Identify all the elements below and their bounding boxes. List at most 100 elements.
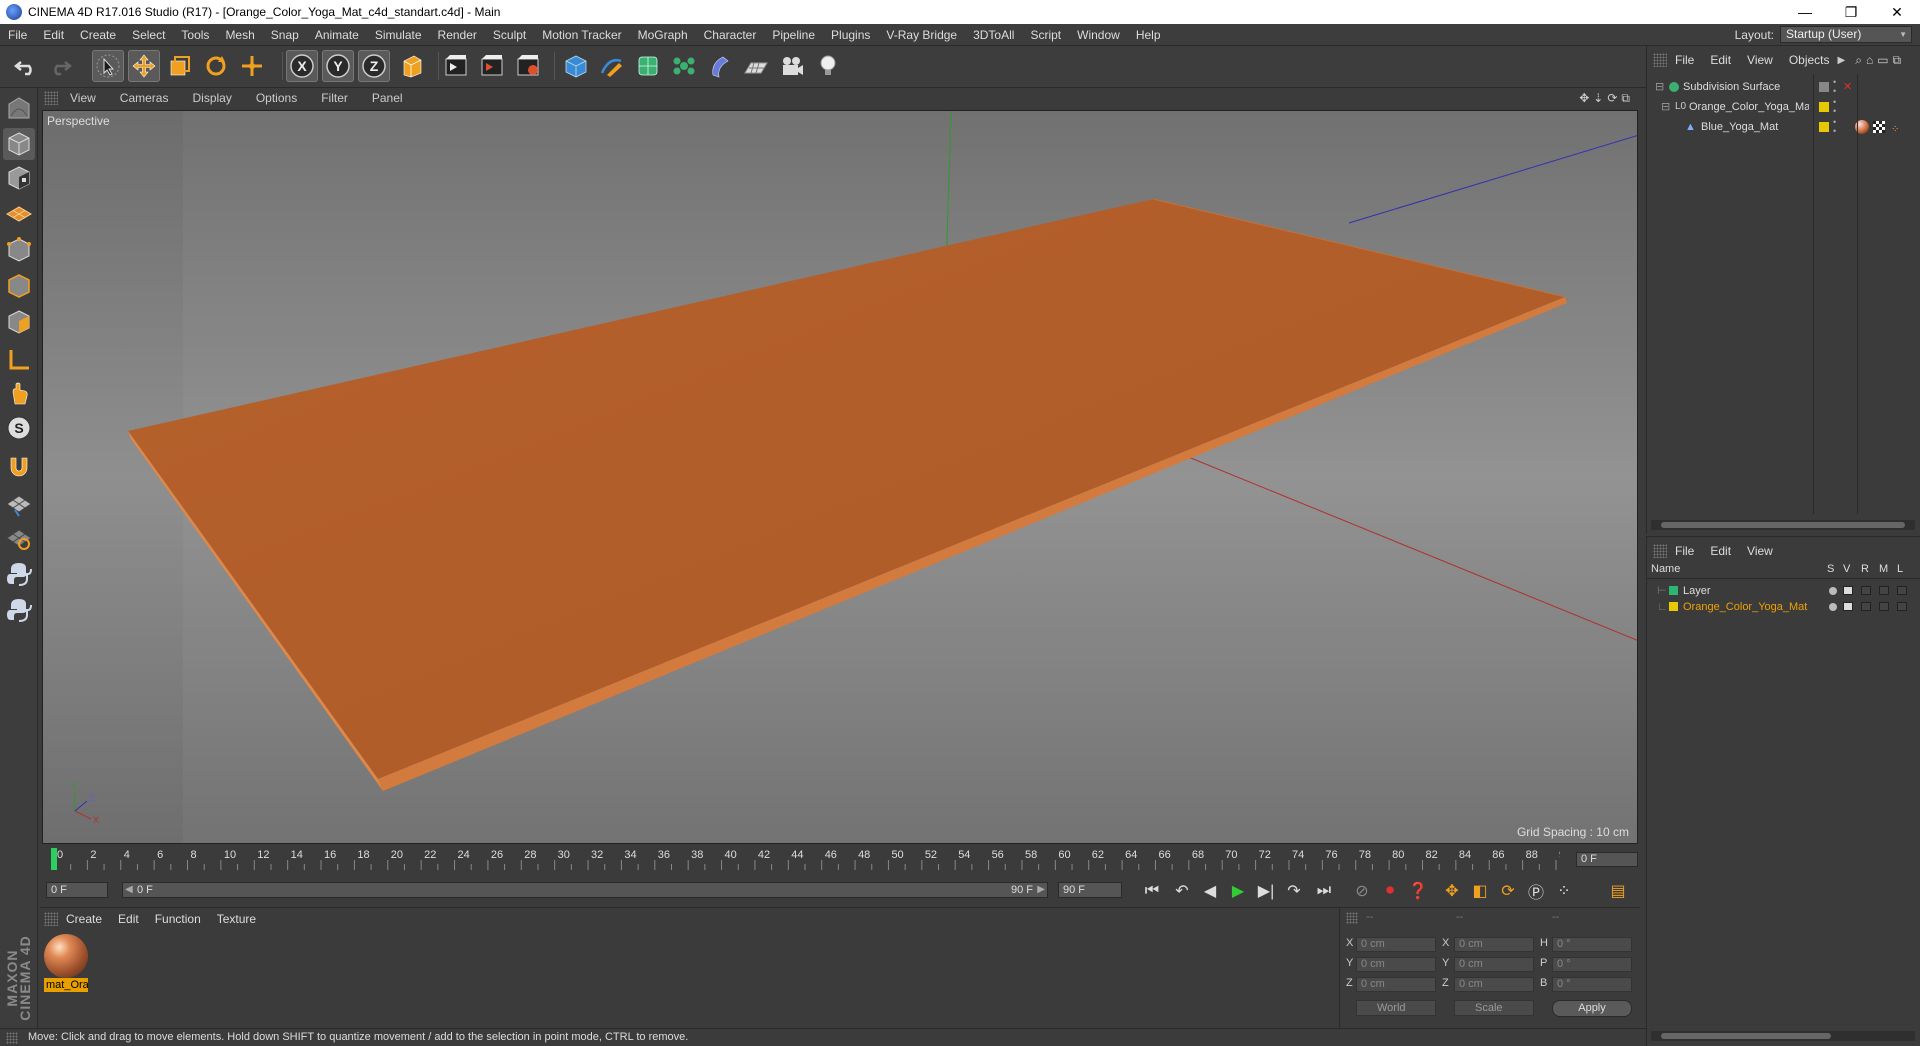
scrollbar-thumb[interactable] xyxy=(1661,522,1905,528)
render-toggle-icon[interactable] xyxy=(1861,586,1871,595)
home-icon[interactable]: ⌂ xyxy=(1866,53,1873,67)
previous-frame-icon[interactable]: ◀ xyxy=(1198,879,1222,903)
column-manager[interactable]: M xyxy=(1879,563,1888,575)
transform-tool-icon[interactable] xyxy=(236,50,268,82)
pos-y-field[interactable]: 0 cm xyxy=(1356,957,1436,972)
layer-color-swatch[interactable] xyxy=(1819,122,1829,132)
disabled-x-icon[interactable]: ✕ xyxy=(1843,78,1852,96)
key-rotation-icon[interactable]: ⟳ xyxy=(1496,879,1520,903)
menu-mesh[interactable]: Mesh xyxy=(217,24,262,46)
undo-icon[interactable] xyxy=(10,50,42,82)
rotate-tool-icon[interactable] xyxy=(200,50,232,82)
menu-create[interactable]: Create xyxy=(72,24,124,46)
close-button[interactable]: ✕ xyxy=(1874,0,1920,24)
column-solo[interactable]: S xyxy=(1827,563,1834,575)
column-render[interactable]: R xyxy=(1861,563,1869,575)
mograph-cloner-icon[interactable] xyxy=(668,50,700,82)
python-console-icon[interactable] xyxy=(3,594,35,626)
viewport-menu-cameras[interactable]: Cameras xyxy=(108,91,181,105)
panel-grip-icon[interactable] xyxy=(1653,53,1667,67)
expand-panel-icon[interactable]: ⧉ xyxy=(1893,53,1902,68)
light-icon[interactable] xyxy=(812,50,844,82)
apply-button[interactable]: Apply xyxy=(1552,1000,1632,1017)
size-y-field[interactable]: 0 cm xyxy=(1454,957,1534,972)
panel-grip-icon[interactable] xyxy=(1653,544,1667,558)
maximize-view-icon[interactable]: ⧉ xyxy=(1621,91,1630,106)
render-view-icon[interactable] xyxy=(440,50,472,82)
timeline-playhead[interactable] xyxy=(51,848,57,870)
dolly-view-icon[interactable]: ⇣ xyxy=(1593,91,1603,106)
render-toggle-icon[interactable] xyxy=(1861,602,1871,611)
move-view-icon[interactable]: ✥ xyxy=(1579,91,1589,106)
lock-toggle-icon[interactable] xyxy=(1897,602,1907,611)
locked-workplane-icon[interactable] xyxy=(3,522,35,554)
panel-grip-icon[interactable] xyxy=(44,91,58,105)
move-tool-icon[interactable] xyxy=(128,50,160,82)
next-frame-icon[interactable]: ▶| xyxy=(1254,879,1278,903)
end-frame-field[interactable]: 90 F xyxy=(1058,882,1122,898)
menu-help[interactable]: Help xyxy=(1128,24,1169,46)
viewport-menu-filter[interactable]: Filter xyxy=(309,91,360,105)
collapse-toggle-icon[interactable]: ⊟ xyxy=(1655,78,1664,96)
rot-b-field[interactable]: 0 ° xyxy=(1552,977,1632,992)
menu-mograph[interactable]: MoGraph xyxy=(630,24,696,46)
snap-mode-icon[interactable]: S xyxy=(3,412,35,444)
coordinate-space-dropdown[interactable]: World xyxy=(1356,1000,1436,1016)
menu-overflow-arrow-icon[interactable]: ▶ xyxy=(1838,55,1846,66)
panel-grip-icon[interactable] xyxy=(44,912,58,926)
layers-menu-view[interactable]: View xyxy=(1739,544,1781,558)
restore-button[interactable]: ❐ xyxy=(1828,0,1874,24)
new-view-icon[interactable]: ▭ xyxy=(1877,53,1888,67)
rotate-view-icon[interactable]: ⟳ xyxy=(1607,91,1617,106)
timeline-window-icon[interactable]: ▤ xyxy=(1606,879,1630,903)
manager-toggle-icon[interactable] xyxy=(1879,586,1889,595)
range-left-arrow-icon[interactable]: ◀ xyxy=(125,883,133,897)
range-right-arrow-icon[interactable]: ▶ xyxy=(1037,883,1045,897)
workplane-grid-icon[interactable] xyxy=(3,488,35,520)
objects-menu-objects[interactable]: Objects xyxy=(1781,53,1838,67)
camera-icon[interactable] xyxy=(776,50,808,82)
menu-edit[interactable]: Edit xyxy=(35,24,72,46)
points-mode-icon[interactable] xyxy=(3,234,35,266)
go-to-end-icon[interactable]: ⏭ xyxy=(1312,879,1336,903)
material-menu-create[interactable]: Create xyxy=(58,912,110,926)
column-locked[interactable]: L xyxy=(1897,563,1903,575)
current-frame-field[interactable]: 0 F xyxy=(1576,852,1638,867)
polygons-mode-icon[interactable] xyxy=(3,306,35,338)
layer-color-swatch[interactable] xyxy=(1669,586,1678,595)
menu-select[interactable]: Select xyxy=(124,24,173,46)
menu-plugins[interactable]: Plugins xyxy=(823,24,878,46)
layers-menu-file[interactable]: File xyxy=(1667,544,1702,558)
lock-toggle-icon[interactable] xyxy=(1897,586,1907,595)
viewport-menu-panel[interactable]: Panel xyxy=(360,91,415,105)
scale-tool-icon[interactable] xyxy=(164,50,196,82)
magnet-icon[interactable] xyxy=(3,450,35,482)
y-axis-lock-icon[interactable]: Y xyxy=(322,50,354,82)
menu-tools[interactable]: Tools xyxy=(173,24,217,46)
start-frame-field[interactable]: 0 F xyxy=(46,882,108,898)
cube-primitive-icon[interactable] xyxy=(560,50,592,82)
axis-mode-icon[interactable] xyxy=(3,344,35,376)
solo-toggle-icon[interactable] xyxy=(1829,603,1837,611)
x-axis-lock-icon[interactable]: X xyxy=(286,50,318,82)
visibility-dots-icon[interactable]: • • xyxy=(1833,118,1836,136)
key-pla-icon[interactable]: ⁘ xyxy=(1552,879,1576,903)
menu-snap[interactable]: Snap xyxy=(263,24,307,46)
layer-row[interactable]: ⊢ Layer xyxy=(1647,583,1920,599)
panel-grip-icon[interactable] xyxy=(1346,912,1358,924)
coordinate-mode-dropdown[interactable]: Scale xyxy=(1454,1000,1534,1016)
menu-character[interactable]: Character xyxy=(696,24,765,46)
layer-color-swatch[interactable] xyxy=(1669,602,1678,611)
view-toggle-icon[interactable] xyxy=(1843,586,1853,595)
layers-menu-edit[interactable]: Edit xyxy=(1702,544,1739,558)
redo-icon[interactable] xyxy=(44,50,76,82)
viewport-menu-display[interactable]: Display xyxy=(180,91,243,105)
menu-file[interactable]: File xyxy=(0,24,35,46)
panel-grip-icon[interactable] xyxy=(6,1032,18,1044)
material-menu-function[interactable]: Function xyxy=(147,912,209,926)
visibility-dots-icon[interactable]: • • xyxy=(1833,98,1836,116)
visibility-dots-icon[interactable]: • • xyxy=(1833,78,1836,96)
coordinate-system-icon[interactable] xyxy=(396,50,428,82)
viewport-menu-options[interactable]: Options xyxy=(244,91,309,105)
column-name[interactable]: Name xyxy=(1651,563,1680,575)
